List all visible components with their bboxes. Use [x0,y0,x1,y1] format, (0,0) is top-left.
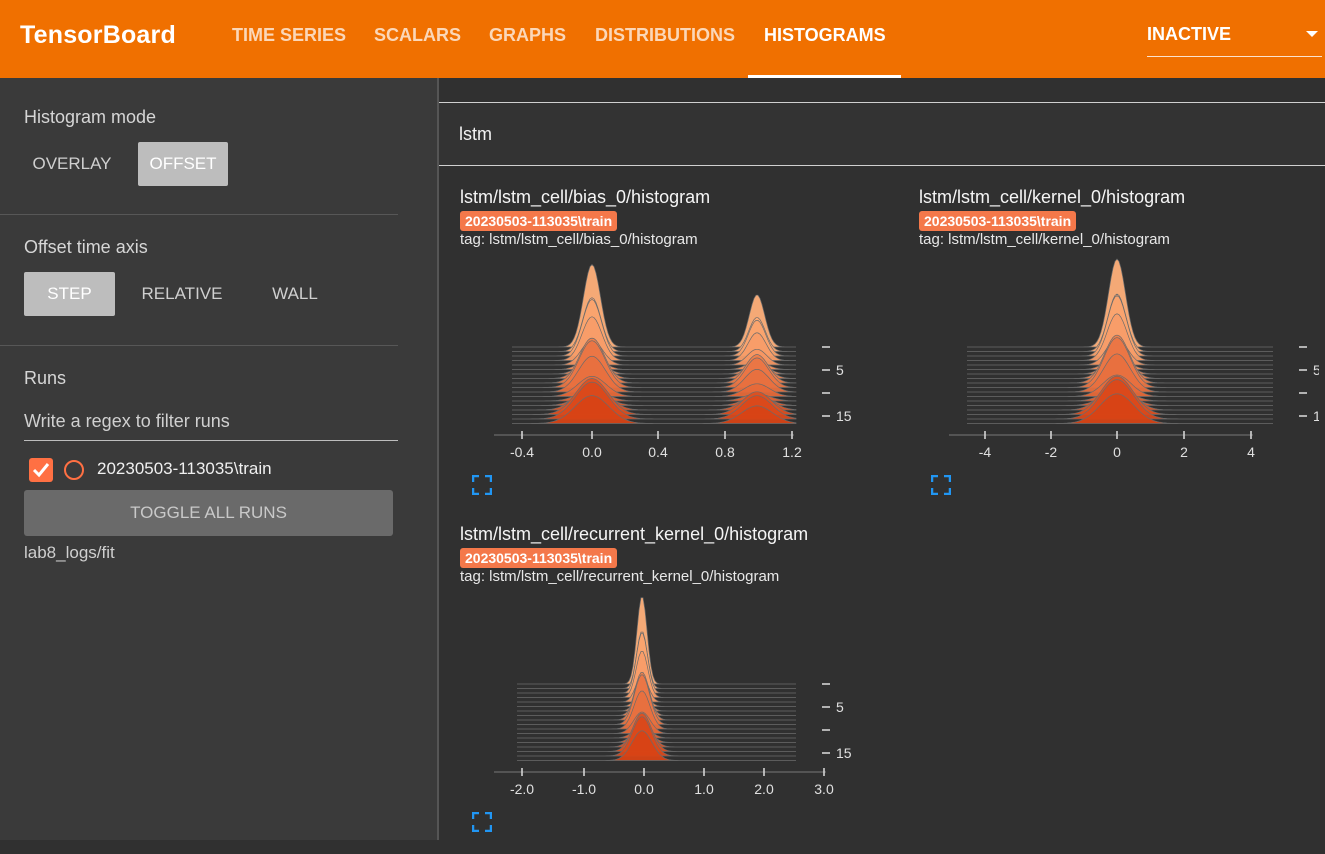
run-tag-badge: 20230503-113035\train [919,211,1077,231]
expand-icon[interactable] [471,474,493,500]
x-tick-label: 1.2 [782,444,802,460]
histogram-mode-title: Histogram mode [24,107,157,127]
offset-time-axis-title: Offset time axis [24,237,148,257]
x-tick-label: 2.0 [754,781,774,797]
x-tick-label: 0.8 [715,444,735,460]
runs-title: Runs [24,368,67,388]
log-directory: lab8_logs/fit [24,543,115,562]
tab-scalars[interactable]: SCALARS [374,25,461,46]
tab-graphs[interactable]: GRAPHS [489,25,566,46]
histogram-plot[interactable]: -0.4 0.0 0.4 0.8 1.2 5 15 [460,247,880,469]
expand-icon[interactable] [930,474,952,500]
collapsed-category[interactable] [439,78,1325,103]
x-tick-label: 0.4 [648,444,668,460]
run-filter-input[interactable]: Write a regex to filter runs [24,407,398,441]
x-tick-label: 0 [1113,444,1121,460]
step-tick-label: 15 [836,745,852,761]
tab-time-series[interactable]: TIME SERIES [232,25,346,46]
step-button[interactable]: STEP [24,272,115,316]
histogram-card: lstm/lstm_cell/kernel_0/histogram 202305… [919,187,1325,517]
x-tick-label: 3.0 [814,781,834,797]
card-title: lstm/lstm_cell/bias_0/histogram [460,187,711,207]
app-brand: TensorBoard [20,21,176,49]
step-tick-label: 15 [836,408,852,424]
histogram-plot[interactable]: -4 -2 0 2 4 5 15 [919,247,1319,469]
histogram-plot[interactable]: -2.0 -1.0 0.0 1.0 2.0 3.0 5 15 [460,584,880,806]
x-tick-label: -1.0 [572,781,596,797]
plugin-status-select[interactable]: INACTIVE [1147,22,1322,57]
run-tag-badge: 20230503-113035\train [460,211,618,231]
overlay-button[interactable]: OVERLAY [24,142,120,186]
histogram-card: lstm/lstm_cell/bias_0/histogram 20230503… [460,187,900,517]
run-color-swatch[interactable] [64,460,84,480]
top-app-bar: TensorBoard TIME SERIES SCALARS GRAPHS D… [0,0,1325,78]
category-title: lstm [459,124,492,144]
histogram-slice [517,597,796,685]
run-checkbox[interactable] [29,458,53,482]
step-tick-label: 5 [836,699,844,715]
expand-icon[interactable] [471,811,493,837]
wall-button[interactable]: WALL [254,272,336,316]
histogram-slice [517,691,796,707]
sidebar-divider [0,345,398,346]
run-tag-badge: 20230503-113035\train [460,548,618,568]
card-title: lstm/lstm_cell/kernel_0/histogram [919,187,1186,207]
dropdown-arrow-icon [1306,31,1318,37]
content-divider [437,78,439,840]
step-tick-label: 5 [836,362,844,378]
toggle-all-runs-button[interactable]: TOGGLE ALL RUNS [24,490,393,536]
step-tick-label: 15 [1313,408,1319,424]
category-header[interactable]: lstm [439,103,1325,166]
tag-label: tag: lstm/lstm_cell/bias_0/histogram [460,231,698,248]
x-tick-label: -0.4 [510,444,534,460]
tag-label: tag: lstm/lstm_cell/recurrent_kernel_0/h… [460,568,780,585]
histogram-slice [517,631,796,689]
step-tick-label: 5 [1313,362,1319,378]
sidebar-divider [0,214,398,215]
relative-button[interactable]: RELATIVE [130,272,234,316]
card-title: lstm/lstm_cell/recurrent_kernel_0/histog… [460,524,809,544]
offset-button[interactable]: OFFSET [138,142,228,186]
x-tick-label: 4 [1247,444,1255,460]
tag-label: tag: lstm/lstm_cell/kernel_0/histogram [919,231,1170,248]
tab-histograms[interactable]: HISTOGRAMS [764,25,886,46]
x-tick-label: 1.0 [694,781,714,797]
x-tick-label: -2.0 [510,781,534,797]
status-select-value: INACTIVE [1147,24,1232,44]
checkmark-icon [32,463,50,478]
run-name: 20230503-113035\train [97,459,272,478]
x-tick-label: 0.0 [582,444,602,460]
tab-distributions[interactable]: DISTRIBUTIONS [595,25,735,46]
histogram-card: lstm/lstm_cell/recurrent_kernel_0/histog… [460,524,900,854]
x-tick-label: 0.0 [634,781,654,797]
x-tick-label: -4 [979,444,992,460]
x-tick-label: -2 [1045,444,1058,460]
x-tick-label: 2 [1180,444,1188,460]
